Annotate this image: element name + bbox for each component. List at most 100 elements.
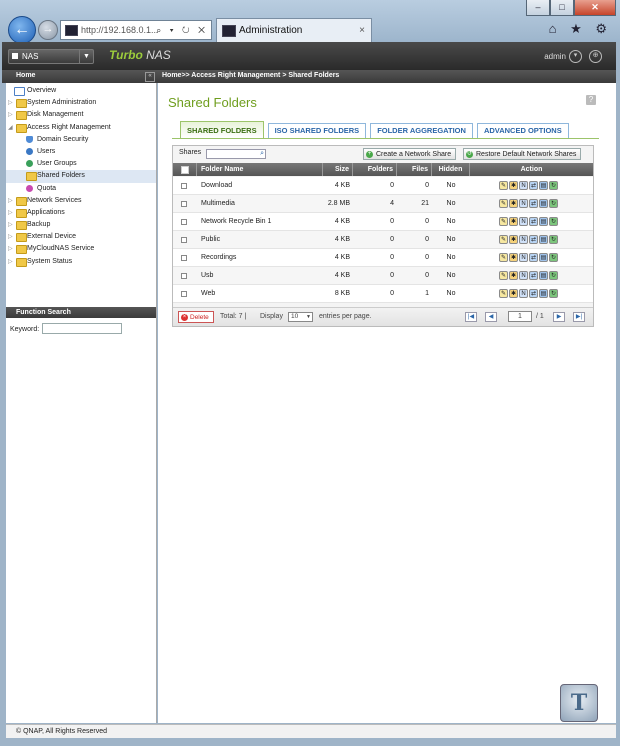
network-icon[interactable]: ⇄ xyxy=(529,199,538,208)
permission-icon[interactable]: ✱ xyxy=(509,181,518,190)
folder-name-cell[interactable]: Multimedia xyxy=(201,195,323,213)
restore-default-shares-button[interactable]: ↺ Restore Default Network Shares xyxy=(463,148,582,160)
prev-page-button[interactable]: ◀ xyxy=(485,312,497,322)
nfs-icon[interactable]: N xyxy=(519,289,528,298)
refresh-icon[interactable]: ↻ xyxy=(549,199,558,208)
close-window-button[interactable]: ✕ xyxy=(574,0,616,16)
shares-search-input[interactable]: ⌕ xyxy=(206,149,266,159)
column-files[interactable]: Files xyxy=(397,163,432,176)
refresh-icon[interactable]: ↻ xyxy=(549,271,558,280)
edit-icon[interactable]: ✎ xyxy=(499,199,508,208)
edit-icon[interactable]: ✎ xyxy=(499,217,508,226)
row-checkbox[interactable] xyxy=(181,255,187,261)
row-checkbox[interactable] xyxy=(181,219,187,225)
sidebar-item-shared-folders[interactable]: Shared Folders xyxy=(6,170,156,183)
sidebar-item-applications[interactable]: ▷ Applications xyxy=(6,207,156,219)
tab-advanced-options[interactable]: ADVANCED OPTIONS xyxy=(476,123,569,138)
table-row[interactable]: Web 8 KB 0 1 No ✎ ✱ N ⇄ ▤ ↻ xyxy=(173,285,593,303)
row-checkbox[interactable] xyxy=(181,273,187,279)
user-dropdown-icon[interactable]: ▾ xyxy=(569,50,582,63)
tab-iso-shared-folders[interactable]: ISO SHARED FOLDERS xyxy=(267,123,367,138)
tab-close-button[interactable]: × xyxy=(359,19,365,43)
share-icon[interactable]: ▤ xyxy=(539,271,548,280)
nfs-icon[interactable]: N xyxy=(519,271,528,280)
folder-name-cell[interactable]: Usb xyxy=(201,267,323,285)
share-icon[interactable]: ▤ xyxy=(539,199,548,208)
permission-icon[interactable]: ✱ xyxy=(509,289,518,298)
table-row[interactable]: Multimedia 2.8 MB 4 21 No ✎ ✱ N ⇄ ▤ ↻ xyxy=(173,195,593,213)
refresh-icon[interactable]: ↻ xyxy=(549,289,558,298)
row-checkbox[interactable] xyxy=(181,183,187,189)
row-checkbox[interactable] xyxy=(181,201,187,207)
permission-icon[interactable]: ✱ xyxy=(509,199,518,208)
select-all-checkbox[interactable] xyxy=(181,166,189,174)
sidebar-item-user-groups[interactable]: User Groups xyxy=(6,158,156,170)
nfs-icon[interactable]: N xyxy=(519,253,528,262)
folder-name-cell[interactable]: Download xyxy=(201,177,323,195)
column-hidden[interactable]: Hidden xyxy=(432,163,470,176)
entries-per-page-select[interactable]: 10 ▼ xyxy=(288,312,313,322)
sidebar-item-users[interactable]: Users xyxy=(6,146,156,158)
share-icon[interactable]: ▤ xyxy=(539,181,548,190)
refresh-icon[interactable]: ↻ xyxy=(549,217,558,226)
page-number-input[interactable]: 1 xyxy=(508,311,532,322)
network-icon[interactable]: ⇄ xyxy=(529,253,538,262)
edit-icon[interactable]: ✎ xyxy=(499,253,508,262)
folder-name-cell[interactable]: Web xyxy=(201,285,323,303)
sidebar-item-quota[interactable]: Quota xyxy=(6,183,156,195)
edit-icon[interactable]: ✎ xyxy=(499,271,508,280)
nfs-icon[interactable]: N xyxy=(519,181,528,190)
sidebar-item-network-services[interactable]: ▷ Network Services xyxy=(6,195,156,207)
browser-tab-administration[interactable]: Administration × xyxy=(216,18,372,42)
address-tools[interactable]: ⌕ ▾ ↻ ✕ xyxy=(156,21,208,39)
edit-icon[interactable]: ✎ xyxy=(499,289,508,298)
share-icon[interactable]: ▤ xyxy=(539,217,548,226)
network-icon[interactable]: ⇄ xyxy=(529,181,538,190)
table-row[interactable]: Network Recycle Bin 1 4 KB 0 0 No ✎ ✱ N ⇄ ▤ ↻ xyxy=(173,213,593,231)
browser-right-tools[interactable]: ⌂ ★ ⚙ xyxy=(549,21,612,37)
edit-icon[interactable]: ✎ xyxy=(499,181,508,190)
nfs-icon[interactable]: N xyxy=(519,235,528,244)
globe-icon[interactable]: ⊕ xyxy=(589,50,602,63)
sidebar-item-disk-management[interactable]: ▷ Disk Management xyxy=(6,109,156,121)
sidebar-item-system-administration[interactable]: ▷ System Administration xyxy=(6,97,156,109)
row-checkbox[interactable] xyxy=(181,237,187,243)
last-page-button[interactable]: ▶| xyxy=(573,312,585,322)
permission-icon[interactable]: ✱ xyxy=(509,217,518,226)
nas-menu-button[interactable]: NAS ▼ xyxy=(8,49,94,64)
tab-folder-aggregation[interactable]: FOLDER AGGREGATION xyxy=(370,123,473,138)
permission-icon[interactable]: ✱ xyxy=(509,253,518,262)
share-icon[interactable]: ▤ xyxy=(539,289,548,298)
collapse-sidebar-icon[interactable]: « xyxy=(145,72,155,82)
share-icon[interactable]: ▤ xyxy=(539,235,548,244)
network-icon[interactable]: ⇄ xyxy=(529,235,538,244)
table-row[interactable]: Usb 4 KB 0 0 No ✎ ✱ N ⇄ ▤ ↻ xyxy=(173,267,593,285)
folder-name-cell[interactable]: Public xyxy=(201,231,323,249)
permission-icon[interactable]: ✱ xyxy=(509,271,518,280)
refresh-icon[interactable]: ↻ xyxy=(549,181,558,190)
refresh-icon[interactable]: ↻ xyxy=(549,253,558,262)
forward-button[interactable]: → xyxy=(38,20,58,40)
first-page-button[interactable]: |◀ xyxy=(465,312,477,322)
delete-button[interactable]: × Delete xyxy=(178,311,214,323)
nfs-icon[interactable]: N xyxy=(519,199,528,208)
table-row[interactable]: Download 4 KB 0 0 No ✎ ✱ N ⇄ ▤ ↻ xyxy=(173,177,593,195)
minimize-button[interactable]: – xyxy=(526,0,550,16)
sidebar-item-domain-security[interactable]: Domain Security xyxy=(6,134,156,146)
network-icon[interactable]: ⇄ xyxy=(529,289,538,298)
sidebar-item-overview[interactable]: Overview xyxy=(6,85,156,97)
table-row[interactable]: Recordings 4 KB 0 0 No ✎ ✱ N ⇄ ▤ ↻ xyxy=(173,249,593,267)
refresh-icon[interactable]: ↻ xyxy=(549,235,558,244)
create-network-share-button[interactable]: + Create a Network Share xyxy=(363,148,457,160)
edit-icon[interactable]: ✎ xyxy=(499,235,508,244)
folder-name-cell[interactable]: Network Recycle Bin 1 xyxy=(201,213,323,231)
network-icon[interactable]: ⇄ xyxy=(529,271,538,280)
tab-shared-folders[interactable]: SHARED FOLDERS xyxy=(180,121,264,138)
share-icon[interactable]: ▤ xyxy=(539,253,548,262)
permission-icon[interactable]: ✱ xyxy=(509,235,518,244)
sidebar-item-mycloudnas-service[interactable]: ▷ MyCloudNAS Service xyxy=(6,243,156,255)
address-bar[interactable]: http://192.168.0.1... ⌕ ▾ ↻ ✕ xyxy=(60,20,212,40)
sidebar-item-backup[interactable]: ▷ Backup xyxy=(6,219,156,231)
back-button[interactable]: ← xyxy=(8,16,36,44)
network-icon[interactable]: ⇄ xyxy=(529,217,538,226)
